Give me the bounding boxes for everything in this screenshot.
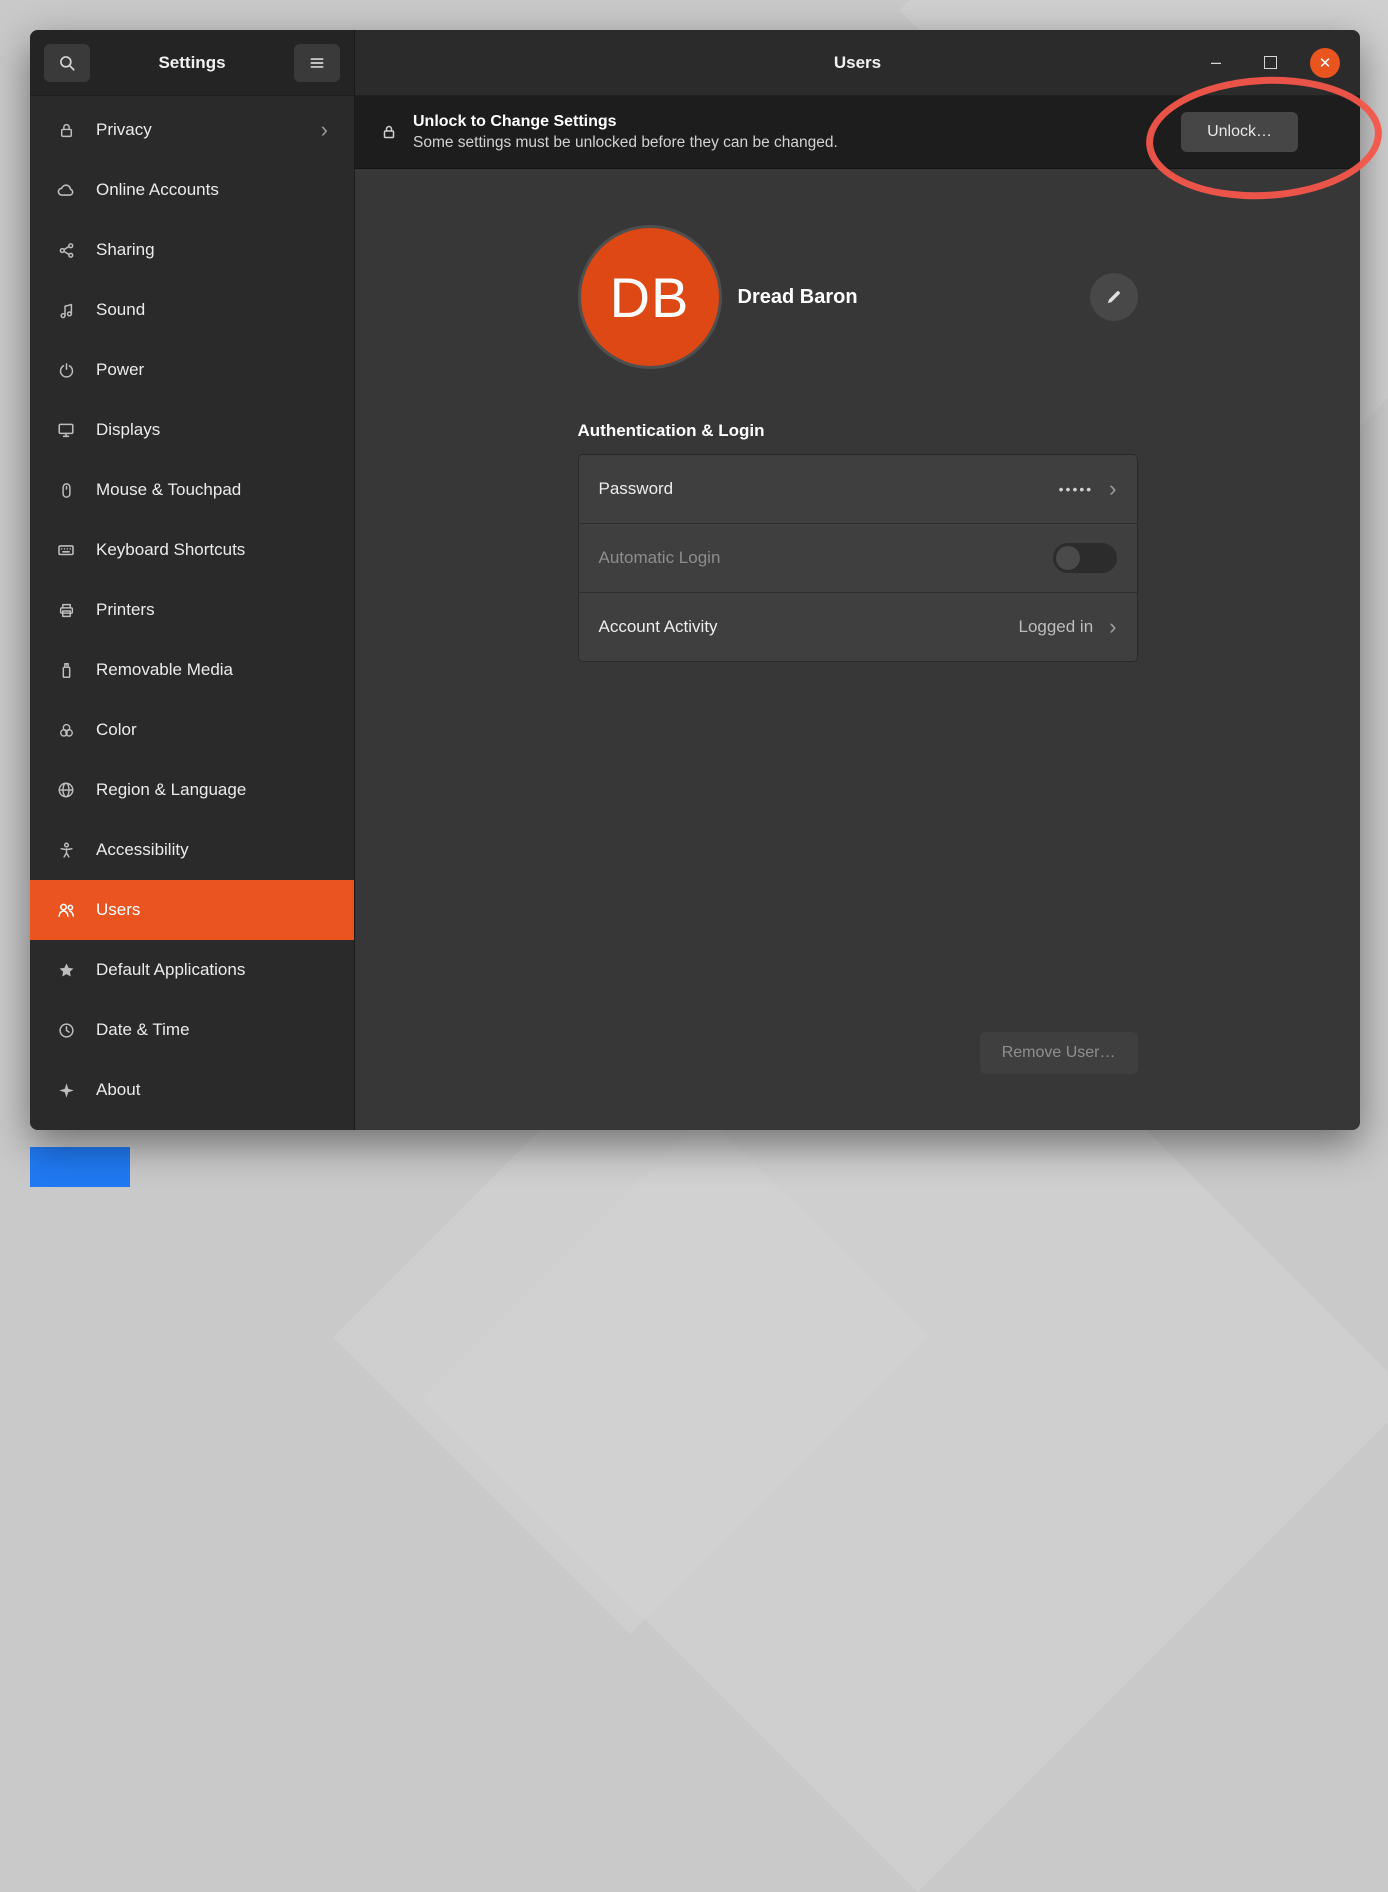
remove-user-button[interactable]: Remove User…	[980, 1032, 1138, 1074]
sidebar-item-label: Power	[96, 360, 144, 380]
sidebar-title: Settings	[98, 53, 286, 73]
sidebar-item-label: Date & Time	[96, 1020, 190, 1040]
display-icon	[56, 421, 76, 439]
power-icon	[56, 362, 76, 379]
sidebar-item-label: Displays	[96, 420, 160, 440]
account-activity-label: Account Activity	[599, 617, 718, 637]
sidebar-item-date-time[interactable]: Date & Time	[30, 1000, 354, 1060]
user-row: DB Dread Baron	[578, 225, 1138, 369]
search-icon	[58, 54, 76, 72]
users-content: DB Dread Baron Authentication & Login Pa…	[355, 169, 1360, 1130]
close-icon: ✕	[1319, 54, 1332, 72]
sidebar-item-label: Accessibility	[96, 840, 189, 860]
sidebar-item-color[interactable]: Color	[30, 700, 354, 760]
desktop-blue-corner	[30, 1147, 130, 1187]
usb-drive-icon	[56, 662, 76, 679]
window-controls: – ✕	[1202, 48, 1360, 78]
chevron-right-icon: ›	[1109, 616, 1116, 638]
sidebar-item-label: Keyboard Shortcuts	[96, 540, 245, 560]
edit-name-button[interactable]	[1090, 273, 1138, 321]
password-label: Password	[599, 479, 674, 499]
printer-icon	[56, 602, 76, 619]
sidebar-item-online-accounts[interactable]: Online Accounts	[30, 160, 354, 220]
sidebar-item-region-language[interactable]: Region & Language	[30, 760, 354, 820]
sidebar-header: Settings	[30, 30, 354, 96]
pencil-icon	[1105, 288, 1123, 306]
sidebar-item-default-applications[interactable]: Default Applications	[30, 940, 354, 1000]
star-icon	[56, 962, 76, 979]
minimize-icon: –	[1211, 52, 1221, 73]
sidebar-item-power[interactable]: Power	[30, 340, 354, 400]
sidebar-item-accessibility[interactable]: Accessibility	[30, 820, 354, 880]
sidebar-item-about[interactable]: About	[30, 1060, 354, 1120]
automatic-login-row: Automatic Login	[579, 523, 1137, 592]
sidebar-item-label: Region & Language	[96, 780, 246, 800]
sidebar-item-sharing[interactable]: Sharing	[30, 220, 354, 280]
sidebar-item-label: About	[96, 1080, 140, 1100]
main-panel: Users – ✕ Unlock to Change Settings Some…	[355, 30, 1360, 1130]
sparkle-icon	[56, 1082, 76, 1099]
unlock-banner: Unlock to Change Settings Some settings …	[355, 96, 1360, 169]
user-name: Dread Baron	[738, 286, 858, 309]
sidebar-item-label: Mouse & Touchpad	[96, 480, 241, 500]
automatic-login-label: Automatic Login	[599, 548, 721, 568]
password-row[interactable]: Password ••••• ›	[579, 455, 1137, 523]
banner-subtitle: Some settings must be unlocked before th…	[413, 133, 838, 153]
sidebar-item-label: Sound	[96, 300, 145, 320]
authentication-card: Password ••••• › Automatic Login Ac	[578, 454, 1138, 662]
user-avatar[interactable]: DB	[578, 225, 722, 369]
chevron-right-icon: ›	[1109, 478, 1116, 500]
lock-icon	[56, 122, 76, 139]
sidebar-item-label: Online Accounts	[96, 180, 219, 200]
cloud-icon	[56, 181, 76, 199]
hamburger-menu-icon	[308, 54, 326, 72]
settings-window: Settings Privacy › Online Accounts	[30, 30, 1360, 1130]
mouse-icon	[56, 482, 76, 499]
clock-icon	[56, 1022, 76, 1039]
unlock-button[interactable]: Unlock…	[1181, 112, 1298, 152]
globe-icon	[56, 781, 76, 799]
banner-text: Unlock to Change Settings Some settings …	[413, 111, 838, 153]
color-circles-icon	[56, 722, 76, 739]
banner-title: Unlock to Change Settings	[413, 111, 838, 133]
section-title-authentication: Authentication & Login	[578, 421, 1138, 441]
main-header: Users – ✕	[355, 30, 1360, 96]
sidebar-item-label: Sharing	[96, 240, 155, 260]
account-activity-row[interactable]: Account Activity Logged in ›	[579, 592, 1137, 661]
sidebar-item-privacy[interactable]: Privacy ›	[30, 100, 354, 160]
sidebar-item-label: Printers	[96, 600, 155, 620]
avatar-initials: DB	[610, 265, 690, 330]
toggle-knob	[1056, 546, 1080, 570]
sidebar-item-label: Default Applications	[96, 960, 245, 980]
lock-icon	[381, 124, 397, 140]
sidebar-item-users[interactable]: Users	[30, 880, 354, 940]
sidebar-item-keyboard-shortcuts[interactable]: Keyboard Shortcuts	[30, 520, 354, 580]
chevron-right-icon: ›	[321, 119, 328, 141]
sidebar-item-mouse-touchpad[interactable]: Mouse & Touchpad	[30, 460, 354, 520]
sidebar: Settings Privacy › Online Accounts	[30, 30, 355, 1130]
sidebar-item-removable-media[interactable]: Removable Media	[30, 640, 354, 700]
sidebar-item-label: Privacy	[96, 120, 152, 140]
share-icon	[56, 242, 76, 259]
sidebar-item-printers[interactable]: Printers	[30, 580, 354, 640]
maximize-button[interactable]	[1256, 49, 1284, 77]
sidebar-item-sound[interactable]: Sound	[30, 280, 354, 340]
search-button[interactable]	[44, 44, 90, 82]
keyboard-icon	[56, 541, 76, 559]
password-value: •••••	[1059, 481, 1094, 497]
automatic-login-toggle[interactable]	[1053, 543, 1117, 573]
minimize-button[interactable]: –	[1202, 49, 1230, 77]
users-icon	[56, 901, 76, 919]
music-note-icon	[56, 302, 76, 319]
sidebar-item-displays[interactable]: Displays	[30, 400, 354, 460]
primary-menu-button[interactable]	[294, 44, 340, 82]
maximize-icon	[1264, 56, 1277, 69]
sidebar-item-label: Users	[96, 900, 140, 920]
sidebar-item-label: Removable Media	[96, 660, 233, 680]
sidebar-item-label: Color	[96, 720, 137, 740]
account-activity-value: Logged in	[1018, 617, 1093, 637]
sidebar-list: Privacy › Online Accounts Sharing So	[30, 96, 354, 1120]
accessibility-person-icon	[56, 842, 76, 859]
close-button[interactable]: ✕	[1310, 48, 1340, 78]
